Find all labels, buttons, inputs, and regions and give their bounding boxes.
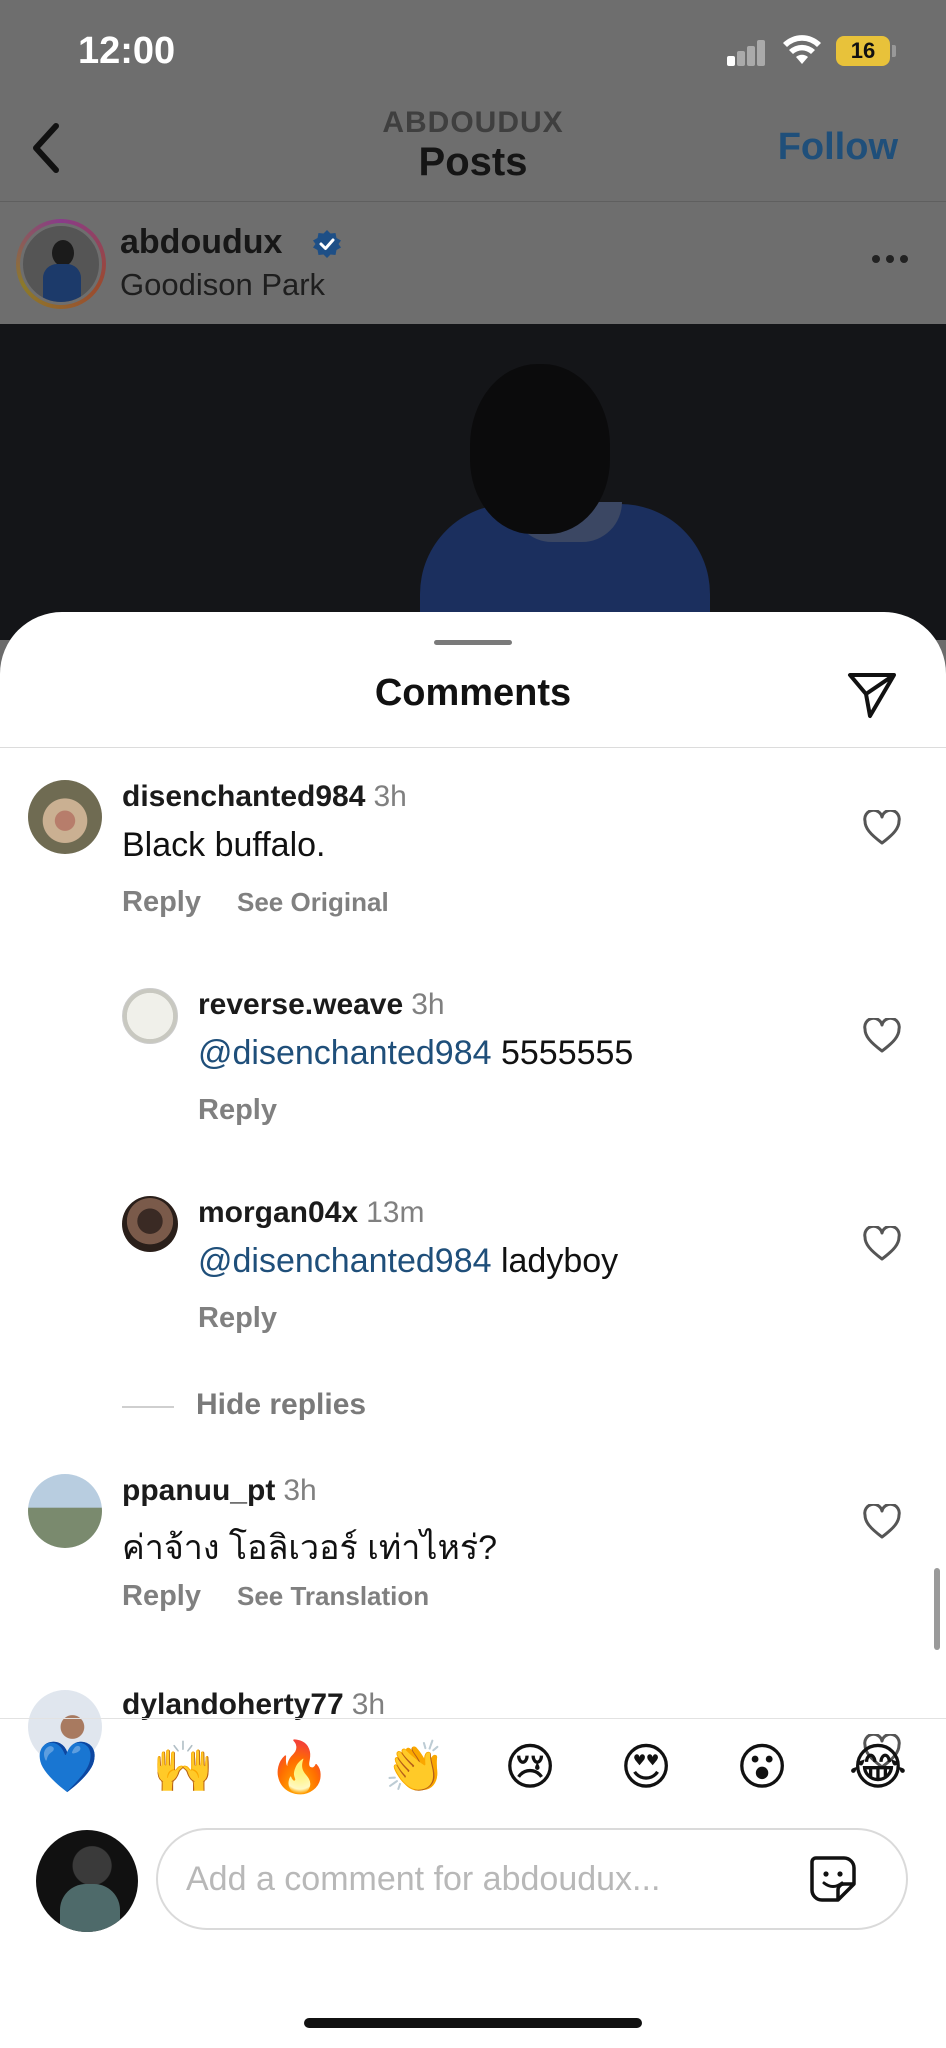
comment-username[interactable]: dylandoherty77 3h bbox=[122, 1688, 385, 1722]
commenter-avatar[interactable] bbox=[28, 780, 102, 854]
comment-username[interactable]: ppanuu_pt 3h bbox=[122, 1474, 317, 1508]
comment-time: 3h bbox=[373, 780, 407, 813]
verified-badge-icon bbox=[313, 230, 341, 258]
tears-of-joy-emoji[interactable]: 😂 bbox=[848, 1737, 908, 1797]
heart-icon[interactable] bbox=[862, 810, 902, 846]
crying-face-emoji[interactable]: 😢 bbox=[500, 1737, 560, 1797]
post-author-avatar[interactable] bbox=[16, 219, 106, 309]
more-icon[interactable] bbox=[870, 253, 910, 265]
reply-button[interactable]: Reply bbox=[198, 1094, 277, 1126]
cellular-signal-icon bbox=[727, 40, 767, 66]
post-username[interactable]: abdoudux bbox=[120, 223, 282, 262]
heart-eyes-emoji[interactable]: 😍 bbox=[616, 1737, 676, 1797]
send-icon[interactable] bbox=[846, 670, 898, 720]
post-photo bbox=[0, 324, 946, 640]
comment-time: 13m bbox=[366, 1196, 425, 1229]
hide-replies-label: Hide replies bbox=[196, 1388, 367, 1421]
follow-button[interactable]: Follow bbox=[778, 126, 898, 169]
post-header: abdoudux Goodison Park bbox=[0, 203, 946, 323]
comment-text: @disenchanted984 ladyboy bbox=[198, 1242, 619, 1280]
mention-link[interactable]: @disenchanted984 bbox=[198, 1034, 492, 1072]
sheet-grabber-handle[interactable] bbox=[434, 640, 512, 645]
comment-time: 3h bbox=[351, 1688, 386, 1721]
surprised-face-emoji[interactable]: 😮 bbox=[732, 1737, 792, 1797]
clapping-hands-emoji[interactable]: 👏 bbox=[384, 1737, 446, 1797]
comments-list[interactable]: disenchanted984 3h Black buffalo. Reply Se… bbox=[0, 748, 946, 1852]
hide-replies-line bbox=[122, 1406, 174, 1408]
commenter-avatar[interactable] bbox=[122, 988, 178, 1044]
heart-icon[interactable] bbox=[862, 1504, 902, 1540]
top-nav-bar: ABDOUDUX Posts Follow bbox=[0, 100, 946, 202]
comment-text: Black buffalo. bbox=[122, 826, 326, 864]
reply-button[interactable]: Reply bbox=[198, 1302, 277, 1334]
see-original-button[interactable]: See Original bbox=[237, 887, 389, 917]
comment-username[interactable]: morgan04x 13m bbox=[198, 1196, 424, 1230]
comment-actions: Reply See Translation bbox=[122, 1580, 429, 1613]
reply-button[interactable]: Reply bbox=[122, 1580, 201, 1612]
commenter-avatar[interactable] bbox=[122, 1196, 178, 1252]
raising-hands-emoji[interactable]: 🙌 bbox=[152, 1737, 214, 1797]
mention-link[interactable]: @disenchanted984 bbox=[198, 1242, 492, 1280]
comment-username[interactable]: disenchanted984 3h bbox=[122, 780, 407, 814]
quick-reactions-bar: 💙 🙌 🔥 👏 😢 😍 😮 😂 bbox=[0, 1718, 946, 1806]
see-translation-button[interactable]: See Translation bbox=[237, 1581, 429, 1611]
comment-username[interactable]: reverse.weave 3h bbox=[198, 988, 445, 1022]
commenter-avatar[interactable] bbox=[28, 1474, 102, 1548]
comment-time: 3h bbox=[411, 988, 445, 1021]
comment-item: disenchanted984 3h Black buffalo. Reply Se… bbox=[0, 748, 946, 928]
heart-icon[interactable] bbox=[862, 1226, 902, 1262]
comment-actions: Reply bbox=[198, 1302, 277, 1335]
status-time: 12:00 bbox=[78, 30, 176, 72]
comment-text: @disenchanted984 5555555 bbox=[198, 1034, 634, 1072]
reply-item: morgan04x 13m @disenchanted984 ladyboy Re… bbox=[0, 1166, 946, 1336]
comments-sheet: Comments disenchanted984 3h Black buffalo… bbox=[0, 612, 946, 2048]
comment-item: ppanuu_pt 3h ค่าจ้าง โอลิเวอร์ เท่าไหร่? … bbox=[0, 1442, 946, 1622]
fire-emoji[interactable]: 🔥 bbox=[268, 1737, 330, 1797]
comment-time: 3h bbox=[283, 1474, 317, 1507]
post-location[interactable]: Goodison Park bbox=[120, 267, 325, 303]
battery-tip bbox=[892, 45, 896, 57]
comment-actions: Reply See Original bbox=[122, 886, 389, 919]
comment-input[interactable] bbox=[156, 1828, 908, 1930]
heart-icon[interactable] bbox=[862, 1018, 902, 1054]
scrollbar[interactable] bbox=[934, 1568, 940, 1650]
background-post-page: 12:00 16 ABDOUDUX Posts Follow abdoudux … bbox=[0, 0, 946, 640]
battery-indicator: 16 bbox=[836, 36, 890, 66]
home-indicator bbox=[304, 2018, 642, 2028]
wifi-icon bbox=[783, 35, 821, 64]
current-user-avatar bbox=[36, 1830, 138, 1932]
reply-button[interactable]: Reply bbox=[122, 886, 201, 918]
comment-composer bbox=[0, 1818, 946, 1938]
status-bar: 12:00 16 bbox=[0, 0, 946, 100]
reply-item: reverse.weave 3h @disenchanted984 5555555… bbox=[0, 958, 946, 1128]
comment-text: ค่าจ้าง โอลิเวอร์ เท่าไหร่? bbox=[122, 1529, 498, 1567]
comment-actions: Reply bbox=[198, 1094, 277, 1127]
blue-heart-emoji[interactable]: 💙 bbox=[36, 1737, 98, 1797]
sheet-title: Comments bbox=[374, 672, 572, 714]
sticker-icon[interactable] bbox=[808, 1854, 858, 1904]
